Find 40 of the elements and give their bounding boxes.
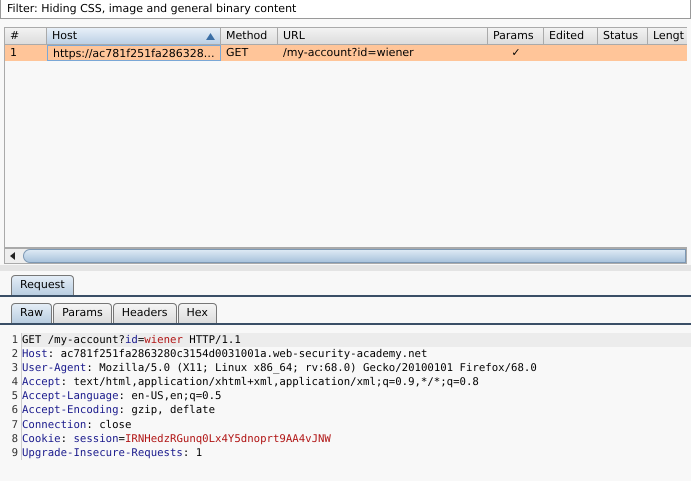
line-number: 3: [0, 361, 22, 376]
scroll-left-icon[interactable]: [9, 252, 17, 260]
request-line: Accept-Language: en-US,en;q=0.5: [22, 389, 222, 404]
filter-bar[interactable]: Filter: Hiding CSS, image and general binary content: [0, 0, 691, 19]
line-number: 4: [0, 375, 22, 390]
column-header[interactable]: Edited: [544, 28, 598, 44]
tab[interactable]: Raw: [11, 303, 52, 323]
tab[interactable]: Hex: [178, 303, 217, 323]
scrollbar-thumb[interactable]: [23, 249, 686, 263]
request-line: User-Agent: Mozilla/5.0 (X11; Linux x86_64; rv:68.0) Gecko/20100101 Firefox/68.0: [22, 361, 538, 376]
tab[interactable]: Request: [11, 275, 74, 295]
horizontal-scrollbar[interactable]: [4, 248, 687, 264]
line-number: 8: [0, 432, 22, 446]
table-cell-text: 1: [9, 45, 18, 61]
table-row[interactable]: 1 https://ac781f251fa286328… GET /my-account?id=wiener ✓: [5, 45, 687, 61]
line-number: 7: [0, 418, 22, 432]
filter-text: Filter: Hiding CSS, image and general binary content: [7, 0, 296, 17]
request-line: Host: ac781f251fa2863280c3154d0031001a.web-security-academy.net: [22, 347, 428, 362]
column-header[interactable]: Method: [221, 28, 278, 44]
request-line: Accept-Encoding: gzip, deflate: [22, 403, 216, 418]
line-number: 2: [0, 347, 22, 362]
column-header[interactable]: Status: [598, 28, 648, 44]
line-number: 9: [0, 446, 22, 460]
request-line: Cookie: session=IRNHedzRGunq0Lx4Y5dnoprt9AA4vJNW: [22, 432, 332, 446]
table-cell-text: ✓: [510, 45, 522, 61]
column-header[interactable]: URL: [278, 28, 488, 44]
column-header[interactable]: Lengt: [648, 28, 687, 44]
table-cell-text: GET: [225, 45, 250, 61]
column-header[interactable]: Host: [47, 28, 221, 44]
table-cell-text: /my-account?id=wiener: [282, 45, 415, 61]
request-line: Accept: text/html,application/xhtml+xml,application/xml;q=0.9,*/*;q=0.8: [22, 375, 480, 390]
column-header[interactable]: Params: [488, 28, 544, 44]
request-line: Upgrade-Insecure-Requests: 1: [22, 446, 204, 460]
request-line: Connection: close: [22, 418, 132, 432]
line-number: 6: [0, 403, 22, 418]
tab[interactable]: Params: [53, 303, 112, 323]
line-number: 5: [0, 389, 22, 404]
tab[interactable]: Headers: [112, 303, 177, 323]
table-cell: https://ac781f251fa286328…: [47, 45, 221, 61]
sort-ascending-icon: [206, 32, 215, 40]
